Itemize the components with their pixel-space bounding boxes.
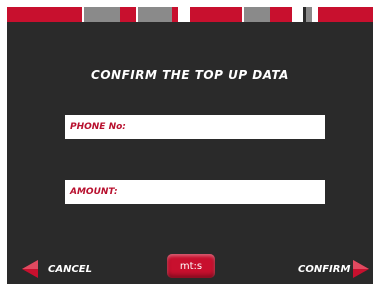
- stripe-segment: [244, 7, 270, 22]
- confirm-button[interactable]: CONFIRM: [298, 264, 350, 275]
- page-title: CONFIRM THE TOP UP DATA: [91, 68, 289, 82]
- arrow-left-icon[interactable]: [22, 260, 38, 278]
- stripe-segment: [190, 7, 242, 22]
- stripe-segment: [270, 7, 292, 22]
- amount-field[interactable]: AMOUNT:: [65, 180, 325, 204]
- header-stripe-bar: [0, 0, 380, 22]
- phone-number-label: PHONE No:: [70, 122, 126, 132]
- stripe-segment: [172, 7, 178, 22]
- mts-logo: mt:s: [167, 254, 215, 278]
- stripe-segment: [120, 7, 136, 22]
- logo-text: mt:s: [179, 260, 203, 272]
- kiosk-screen: CONFIRM THE TOP UP DATA PHONE No: AMOUNT…: [0, 0, 380, 284]
- stripe-segment: [318, 7, 373, 22]
- amount-label: AMOUNT:: [70, 187, 118, 197]
- stripe-segment: [84, 7, 120, 22]
- arrow-right-icon[interactable]: [353, 260, 369, 278]
- stripe-segment: [7, 7, 82, 22]
- phone-number-field[interactable]: PHONE No:: [65, 115, 325, 139]
- stripe-segment: [138, 7, 172, 22]
- stripe-segment: [306, 7, 312, 22]
- content-panel: [7, 22, 373, 284]
- cancel-button[interactable]: CANCEL: [48, 264, 92, 275]
